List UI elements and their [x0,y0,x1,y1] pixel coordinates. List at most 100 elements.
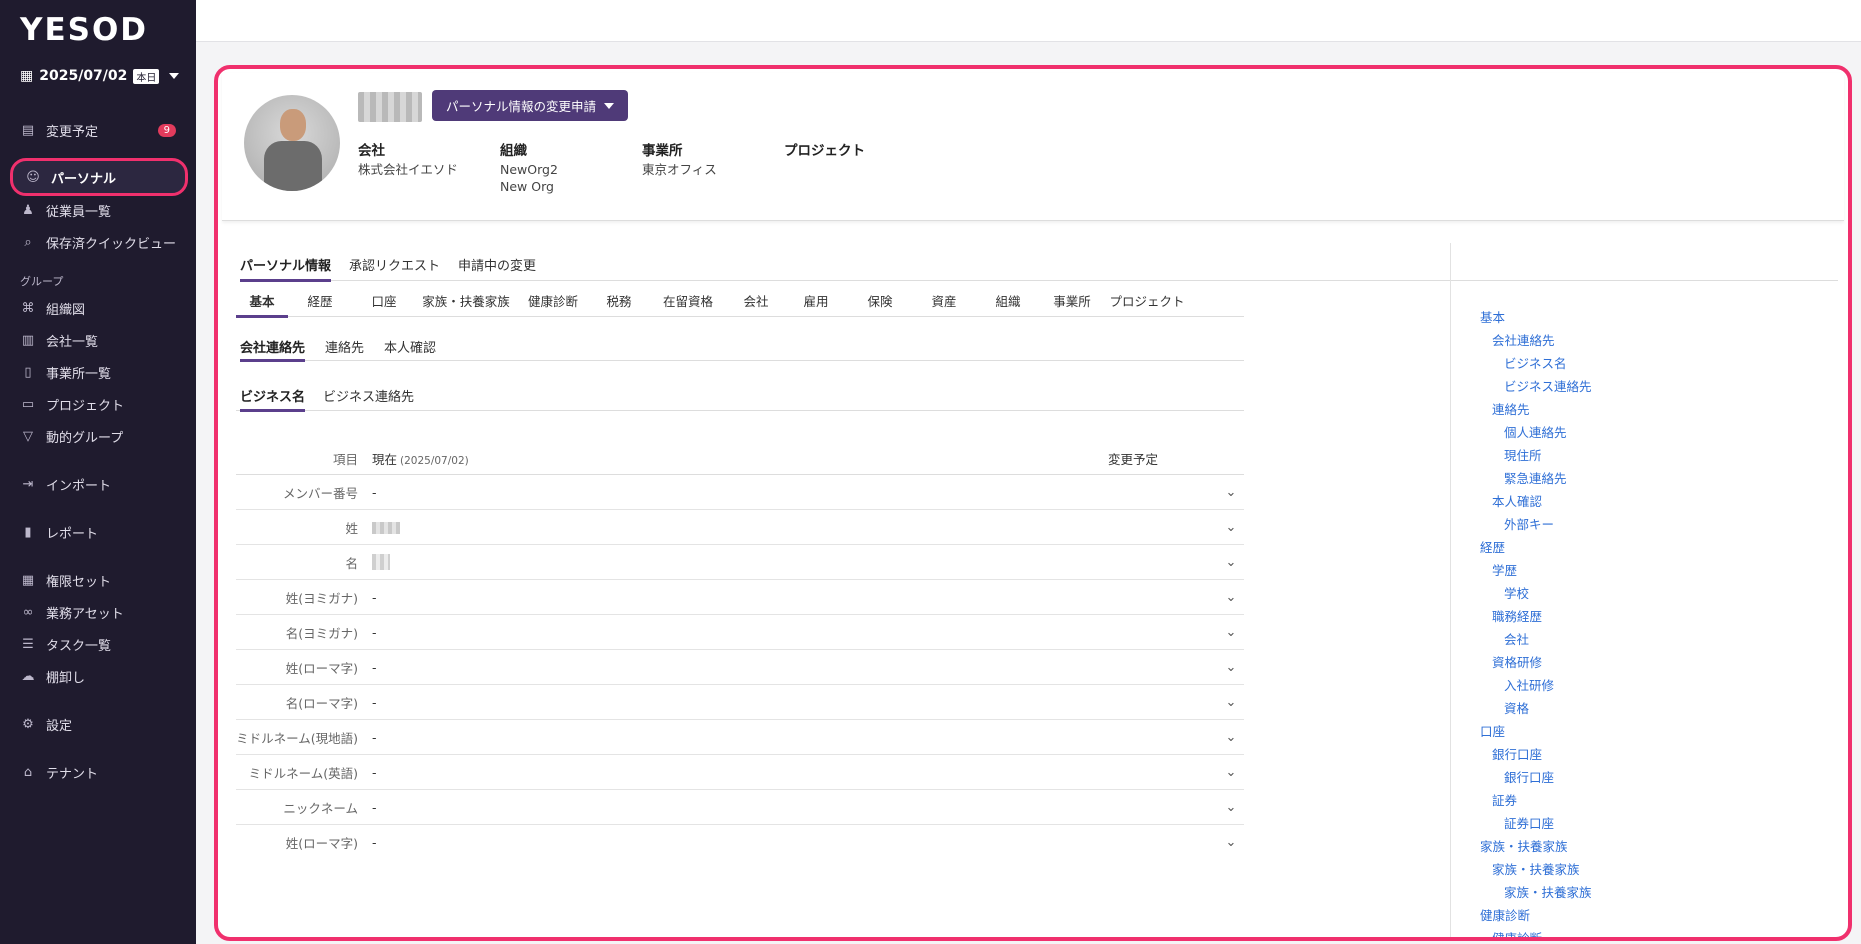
tab-company[interactable]: 会社 [728,284,784,316]
toc-link[interactable]: 資格 [1480,697,1592,720]
toc-link[interactable]: 資格研修 [1480,651,1592,674]
toc-link[interactable]: 銀行口座 [1480,766,1592,789]
table-row[interactable]: ミドルネーム(英語) - ⌄ [236,755,1244,790]
toc-link[interactable]: 現住所 [1480,444,1592,467]
tab-contact[interactable]: 連絡先 [325,329,364,360]
tab-identity[interactable]: 本人確認 [384,329,436,360]
chevron-down-icon[interactable]: ⌄ [1218,555,1244,570]
chevron-down-icon[interactable]: ⌄ [1218,520,1244,535]
toc-link[interactable]: ビジネス名 [1480,352,1592,375]
office-value[interactable]: 東京オフィス [642,161,717,178]
tab-personal-info[interactable]: パーソナル情報 [240,251,332,282]
tab-business-contact[interactable]: ビジネス連絡先 [323,377,414,410]
toc-link[interactable]: 経歴 [1480,536,1592,559]
nav-quickview[interactable]: ⌕ 保存済クイックビュー [8,227,188,257]
table-row[interactable]: 姓(ローマ字) - ⌄ [236,650,1244,685]
tab-employment[interactable]: 雇用 [784,284,848,316]
tab-health[interactable]: 健康診断 [516,284,590,316]
chevron-down-icon[interactable]: ⌄ [1218,625,1244,640]
toc-link[interactable]: 本人確認 [1480,490,1592,513]
tab-project[interactable]: プロジェクト [1104,284,1190,316]
chevron-down-icon[interactable]: ⌄ [1218,730,1244,745]
nav-offices[interactable]: ▯ 事業所一覧 [8,357,188,387]
chevron-down-icon[interactable]: ⌄ [1218,695,1244,710]
chevron-down-icon[interactable]: ⌄ [1218,660,1244,675]
table-row[interactable]: メンバー番号 - ⌄ [236,475,1244,510]
toc-link[interactable]: 家族・扶養家族 [1480,858,1592,881]
toc-link[interactable]: 外部キー [1480,513,1592,536]
nav-dynamic-groups[interactable]: ▽ 動的グループ [8,421,188,451]
chevron-down-icon[interactable]: ⌄ [1218,800,1244,815]
toc-link[interactable]: 口座 [1480,720,1592,743]
table-row[interactable]: 名 ⌄ [236,545,1244,580]
tab-tax[interactable]: 税務 [590,284,648,316]
nav-label: 保存済クイックビュー [46,236,177,252]
nav-projects[interactable]: ▭ プロジェクト [8,389,188,419]
tab-pending-changes[interactable]: 申請中の変更 [458,251,536,280]
table-row[interactable]: ニックネーム - ⌄ [236,790,1244,825]
nav-permissions[interactable]: ▦ 権限セット [8,565,188,595]
toc-link[interactable]: 基本 [1480,306,1592,329]
tenant-icon: ⌂ [23,764,33,780]
nav-assets[interactable]: ∞ 業務アセット [8,597,188,627]
tab-approval-requests[interactable]: 承認リクエスト [349,251,440,280]
tab-insurance[interactable]: 保険 [848,284,912,316]
toc-link[interactable]: 職務経歴 [1480,605,1592,628]
nav-changes[interactable]: ▤ 変更予定 9 [8,115,188,145]
nav-tenant[interactable]: ⌂ テナント [8,757,188,787]
nav-orgchart[interactable]: ⌘ 組織図 [8,293,188,323]
tab-company-contact[interactable]: 会社連絡先 [240,329,306,362]
toc-link[interactable]: 健康診断 [1480,904,1592,927]
nav-inventory[interactable]: ☁ 棚卸し [8,661,188,691]
toc-link[interactable]: 証券 [1480,789,1592,812]
tab-office[interactable]: 事業所 [1040,284,1104,316]
toc-link[interactable]: 家族・扶養家族 [1480,881,1592,904]
toc-link[interactable]: 銀行口座 [1480,743,1592,766]
company-label: 会社 [358,143,385,159]
date-selector[interactable]: ▦ 2025/07/02 本日 [20,68,180,84]
toc-link[interactable]: 緊急連絡先 [1480,467,1592,490]
org-value[interactable]: New Org [500,178,558,195]
tab-account[interactable]: 口座 [352,284,416,316]
nav-label: 権限セット [46,574,112,590]
nav-import[interactable]: ⇥ インポート [8,469,188,499]
org-value[interactable]: NewOrg2 [500,161,558,178]
tab-assets[interactable]: 資産 [912,284,976,316]
company-value[interactable]: 株式会社イエソド [358,161,458,178]
table-row[interactable]: 姓(ローマ字) - ⌄ [236,825,1244,860]
toc-link[interactable]: 会社連絡先 [1480,329,1592,352]
toc-link[interactable]: 家族・扶養家族 [1480,835,1592,858]
chevron-down-icon[interactable]: ⌄ [1218,590,1244,605]
table-row[interactable]: ミドルネーム(現地語) - ⌄ [236,720,1244,755]
toc-link[interactable]: 健康診断 [1480,927,1592,937]
nav-employees[interactable]: ♟ 従業員一覧 [8,195,188,225]
chevron-down-icon[interactable]: ⌄ [1218,765,1244,780]
toc-link[interactable]: 会社 [1480,628,1592,651]
tab-residence[interactable]: 在留資格 [648,284,728,316]
table-row[interactable]: 姓(ヨミガナ) - ⌄ [236,580,1244,615]
nav-tasks[interactable]: ☰ タスク一覧 [8,629,188,659]
toc-link[interactable]: 証券口座 [1480,812,1592,835]
table-row[interactable]: 姓 ⌄ [236,510,1244,545]
tab-family[interactable]: 家族・扶養家族 [416,284,516,316]
toc-link[interactable]: ビジネス連絡先 [1480,375,1592,398]
change-request-button[interactable]: パーソナル情報の変更申請 [432,90,629,121]
tab-business-name[interactable]: ビジネス名 [240,377,306,412]
table-row[interactable]: 名(ヨミガナ) - ⌄ [236,615,1244,650]
table-row[interactable]: 名(ローマ字) - ⌄ [236,685,1244,720]
nav-companies[interactable]: ▥ 会社一覧 [8,325,188,355]
chevron-down-icon[interactable]: ⌄ [1218,835,1244,850]
toc-link[interactable]: 入社研修 [1480,674,1592,697]
toc-link[interactable]: 個人連絡先 [1480,421,1592,444]
chevron-down-icon[interactable]: ⌄ [1218,485,1244,500]
tab-basic[interactable]: 基本 [236,284,288,318]
toc-link[interactable]: 連絡先 [1480,398,1592,421]
nav-settings[interactable]: ⚙ 設定 [8,709,188,739]
yesod-logo[interactable]: YESOD [20,12,148,48]
nav-personal[interactable]: ☺ パーソナル [10,158,188,196]
nav-report[interactable]: ▮ レポート [8,517,188,547]
toc-link[interactable]: 学校 [1480,582,1592,605]
tab-organization[interactable]: 組織 [976,284,1040,316]
tab-career[interactable]: 経歴 [288,284,352,316]
toc-link[interactable]: 学歴 [1480,559,1592,582]
